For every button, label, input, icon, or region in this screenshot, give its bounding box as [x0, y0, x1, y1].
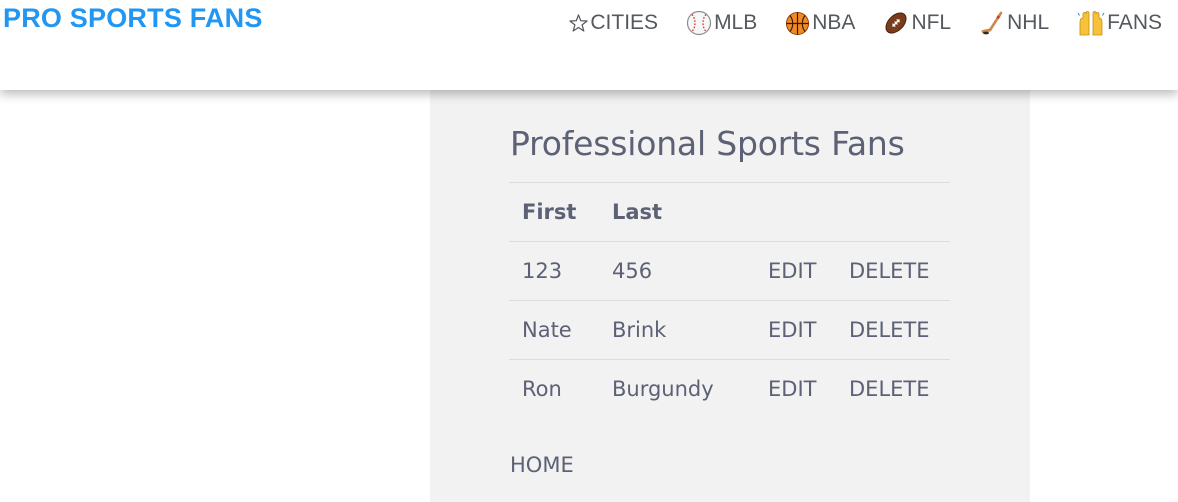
edit-link[interactable]: EDIT [768, 318, 816, 342]
delete-link[interactable]: DELETE [849, 318, 930, 342]
star-icon [569, 13, 589, 33]
hockey-stick-icon [979, 10, 1005, 36]
nav-link-cities[interactable]: CITIES [569, 11, 658, 35]
cell-first-name: 123 [509, 241, 612, 301]
nav-label-fans: FANS [1107, 11, 1162, 34]
page-title: Professional Sports Fans [510, 124, 905, 163]
fans-panel: Professional Sports Fans First Last 123 … [430, 90, 1030, 502]
basketball-icon [785, 11, 810, 36]
raised-hands-icon [1077, 10, 1105, 36]
nav-link-fans[interactable]: FANS [1077, 10, 1162, 36]
column-header-first: First [509, 182, 612, 242]
nav-link-nfl[interactable]: NFL [883, 10, 951, 36]
cell-last-name: Burgundy [612, 359, 768, 419]
delete-link[interactable]: DELETE [849, 259, 930, 283]
column-header-edit [768, 182, 849, 242]
nav-label-nhl: NHL [1007, 11, 1050, 34]
home-link[interactable]: HOME [510, 453, 574, 477]
nav-label-mlb: MLB [714, 11, 758, 34]
column-header-last: Last [612, 182, 768, 242]
cell-first-name: Ron [509, 359, 612, 419]
table-header-row: First Last [509, 182, 950, 242]
table-row: Nate Brink EDIT DELETE [509, 300, 950, 360]
delete-link[interactable]: DELETE [849, 377, 930, 401]
table-row: 123 456 EDIT DELETE [509, 241, 950, 301]
edit-link[interactable]: EDIT [768, 377, 816, 401]
baseball-icon [686, 10, 712, 36]
nav-label-cities: CITIES [590, 11, 659, 34]
nav-label-nba: NBA [812, 11, 856, 34]
brand-logo-link[interactable]: PRO SPORTS FANS [3, 3, 263, 34]
nav-link-mlb[interactable]: MLB [686, 10, 757, 36]
nav-link-nba[interactable]: NBA [785, 11, 855, 36]
cell-first-name: Nate [509, 300, 612, 360]
table-row: Ron Burgundy EDIT DELETE [509, 359, 950, 419]
nav-link-nhl[interactable]: NHL [979, 10, 1049, 36]
cell-last-name: Brink [612, 300, 768, 360]
top-navbar: PRO SPORTS FANS CITIES MLB NBA NFL NHL F… [0, 0, 1178, 90]
football-icon [883, 10, 909, 36]
edit-link[interactable]: EDIT [768, 259, 816, 283]
column-header-delete [849, 182, 950, 242]
fans-table: First Last 123 456 EDIT DELETE Nate Brin… [509, 182, 950, 419]
nav-links: CITIES MLB NBA NFL NHL FANS [569, 10, 1162, 36]
nav-label-nfl: NFL [911, 11, 952, 34]
cell-last-name: 456 [612, 241, 768, 301]
